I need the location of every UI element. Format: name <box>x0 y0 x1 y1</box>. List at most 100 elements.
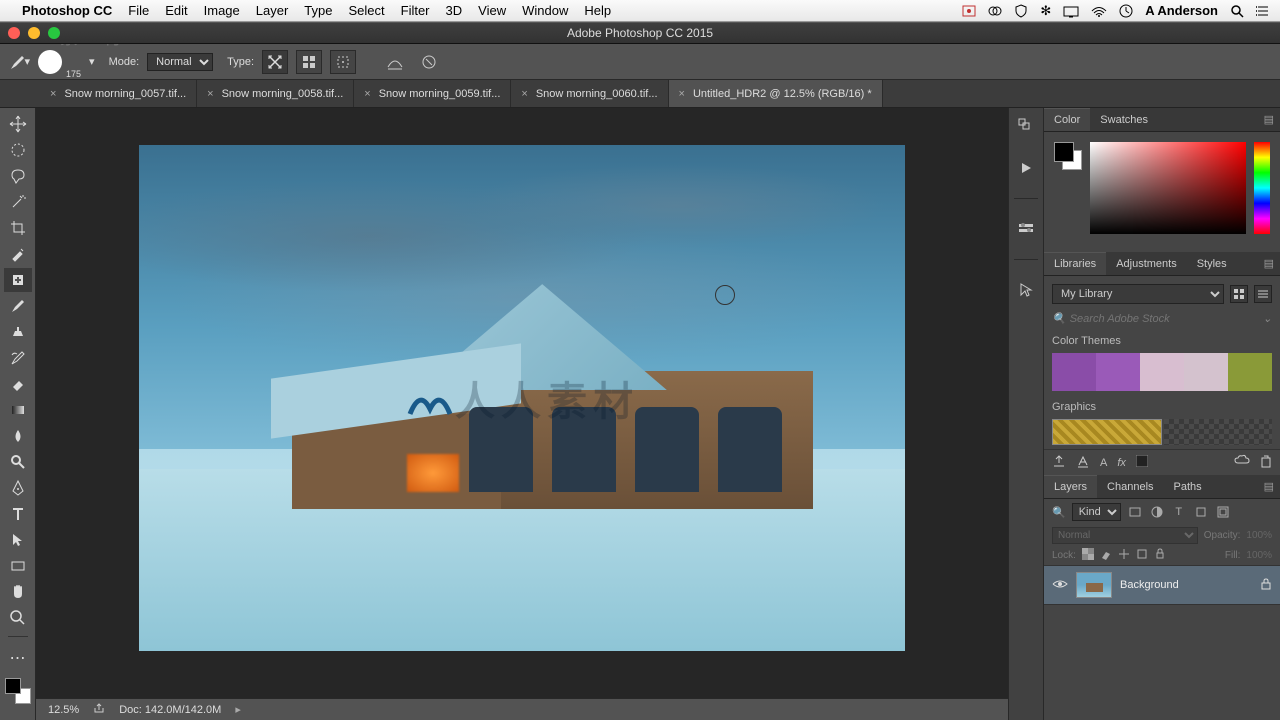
status-cc-icon[interactable] <box>988 3 1002 19</box>
lib-cloud-icon[interactable] <box>1234 454 1250 471</box>
lock-all-icon[interactable] <box>1154 548 1166 563</box>
layer-visibility-icon[interactable] <box>1052 578 1068 593</box>
filter-shape-icon[interactable] <box>1193 504 1209 520</box>
status-shield-icon[interactable] <box>1014 3 1028 19</box>
history-panel-icon[interactable] <box>1014 114 1038 138</box>
lib-color-icon[interactable] <box>1136 455 1148 470</box>
filter-type-icon[interactable]: T <box>1171 504 1187 520</box>
document-tab[interactable]: ×Snow morning_0059.tif... <box>354 80 511 107</box>
swatches-tab[interactable]: Swatches <box>1090 108 1158 131</box>
tab-close-icon[interactable]: × <box>207 88 213 100</box>
brush-panel-icon[interactable] <box>1014 278 1038 302</box>
brush-preview-icon[interactable] <box>38 50 62 74</box>
libraries-tab[interactable]: Libraries <box>1044 252 1106 275</box>
rectangle-tool-icon[interactable] <box>4 554 32 578</box>
menu-filter[interactable]: Filter <box>401 3 430 18</box>
lib-character-style-icon[interactable] <box>1076 454 1090 471</box>
layers-tab[interactable]: Layers <box>1044 475 1097 498</box>
document-tab[interactable]: ×Snow morning_0060.tif... <box>511 80 668 107</box>
tab-close-icon[interactable]: × <box>679 88 685 100</box>
lib-add-from-doc-icon[interactable] <box>1052 454 1066 471</box>
brush-tool-icon[interactable] <box>4 294 32 318</box>
document-tab[interactable]: ×Snow morning_0057.tif... <box>40 80 197 107</box>
gradient-tool-icon[interactable] <box>4 398 32 422</box>
library-graphics[interactable] <box>1052 419 1272 445</box>
window-minimize-button[interactable] <box>28 27 40 39</box>
library-search[interactable]: 🔍 ⌄ <box>1052 312 1272 325</box>
lib-delete-icon[interactable] <box>1260 454 1272 471</box>
panel-fg-bg-swatch[interactable] <box>1054 142 1082 170</box>
layer-filter-kind[interactable]: Kind <box>1072 503 1121 521</box>
properties-panel-icon[interactable] <box>1014 217 1038 241</box>
dodge-tool-icon[interactable] <box>4 450 32 474</box>
canvas[interactable]: 人人素材 <box>36 108 1008 698</box>
status-user[interactable]: A Anderson <box>1145 3 1218 18</box>
menu-3d[interactable]: 3D <box>446 3 463 18</box>
menu-layer[interactable]: Layer <box>256 3 289 18</box>
app-menu[interactable]: Photoshop CC <box>22 3 112 18</box>
blend-mode-select[interactable]: Normal <box>1052 527 1198 544</box>
filter-pixel-icon[interactable] <box>1127 504 1143 520</box>
current-tool-brush-icon[interactable]: ▾ <box>8 51 30 73</box>
search-chevron-icon[interactable]: ⌄ <box>1263 312 1272 325</box>
pressure-opacity-icon[interactable] <box>416 50 442 74</box>
filter-smart-icon[interactable] <box>1215 504 1231 520</box>
lock-position-icon[interactable] <box>1118 548 1130 563</box>
status-sync-icon[interactable]: ✻ <box>1040 3 1051 19</box>
mode-select[interactable]: Normal <box>147 53 213 71</box>
lib-fx-icon[interactable]: fx <box>1117 457 1126 469</box>
saturation-picker[interactable] <box>1090 142 1246 234</box>
hue-slider[interactable] <box>1254 142 1270 234</box>
blur-tool-icon[interactable] <box>4 424 32 448</box>
styles-tab[interactable]: Styles <box>1187 252 1237 275</box>
panel-menu-icon[interactable]: ▤ <box>1258 108 1280 131</box>
document-tab[interactable]: ×Snow morning_0058.tif... <box>197 80 354 107</box>
magic-wand-tool-icon[interactable] <box>4 190 32 214</box>
status-wifi-icon[interactable] <box>1091 3 1107 18</box>
type-grid-icon[interactable] <box>296 50 322 74</box>
menu-select[interactable]: Select <box>348 3 384 18</box>
lock-transparency-icon[interactable] <box>1082 548 1094 563</box>
document-tab-active[interactable]: ×Untitled_HDR2 @ 12.5% (RGB/16) * <box>669 80 883 107</box>
type-target-icon[interactable] <box>330 50 356 74</box>
window-close-button[interactable] <box>8 27 20 39</box>
color-theme-swatch[interactable] <box>1052 353 1272 391</box>
menu-list-icon[interactable] <box>1256 3 1270 19</box>
type-crossed-arrows-icon[interactable] <box>262 50 288 74</box>
eyedropper-tool-icon[interactable] <box>4 242 32 266</box>
move-tool-icon[interactable] <box>4 112 32 136</box>
type-tool-icon[interactable] <box>4 502 32 526</box>
menu-edit[interactable]: Edit <box>165 3 187 18</box>
marquee-tool-icon[interactable] <box>4 138 32 162</box>
status-record-icon[interactable] <box>962 3 976 19</box>
layer-lock-icon[interactable] <box>1260 577 1272 594</box>
channels-tab[interactable]: Channels <box>1097 475 1163 498</box>
panel-menu-icon[interactable]: ▤ <box>1258 252 1280 275</box>
layer-row[interactable]: Background <box>1044 565 1280 605</box>
lib-grid-view-icon[interactable] <box>1230 285 1248 303</box>
foreground-background-colors[interactable] <box>5 678 31 704</box>
menu-file[interactable]: File <box>128 3 149 18</box>
color-tab[interactable]: Color <box>1044 108 1090 131</box>
status-share-icon[interactable] <box>93 702 105 717</box>
zoom-level[interactable]: 12.5% <box>48 704 79 716</box>
lock-pixels-icon[interactable] <box>1100 548 1112 563</box>
lock-artboard-icon[interactable] <box>1136 548 1148 563</box>
lasso-tool-icon[interactable] <box>4 164 32 188</box>
path-selection-tool-icon[interactable] <box>4 528 32 552</box>
healing-brush-tool-icon[interactable] <box>4 268 32 292</box>
library-search-input[interactable] <box>1070 313 1259 325</box>
menu-type[interactable]: Type <box>304 3 332 18</box>
spotlight-icon[interactable] <box>1230 3 1244 19</box>
fill-value[interactable]: 100% <box>1246 550 1272 561</box>
tab-close-icon[interactable]: × <box>521 88 527 100</box>
status-chevron-icon[interactable]: ▸ <box>235 703 241 716</box>
lib-type-icon[interactable]: A <box>1100 457 1107 469</box>
menu-window[interactable]: Window <box>522 3 568 18</box>
edit-toolbar-icon[interactable]: ⋯ <box>4 646 32 670</box>
history-brush-tool-icon[interactable] <box>4 346 32 370</box>
filter-adjustment-icon[interactable] <box>1149 504 1165 520</box>
tab-close-icon[interactable]: × <box>50 88 56 100</box>
pressure-size-icon[interactable] <box>382 50 408 74</box>
crop-tool-icon[interactable] <box>4 216 32 240</box>
